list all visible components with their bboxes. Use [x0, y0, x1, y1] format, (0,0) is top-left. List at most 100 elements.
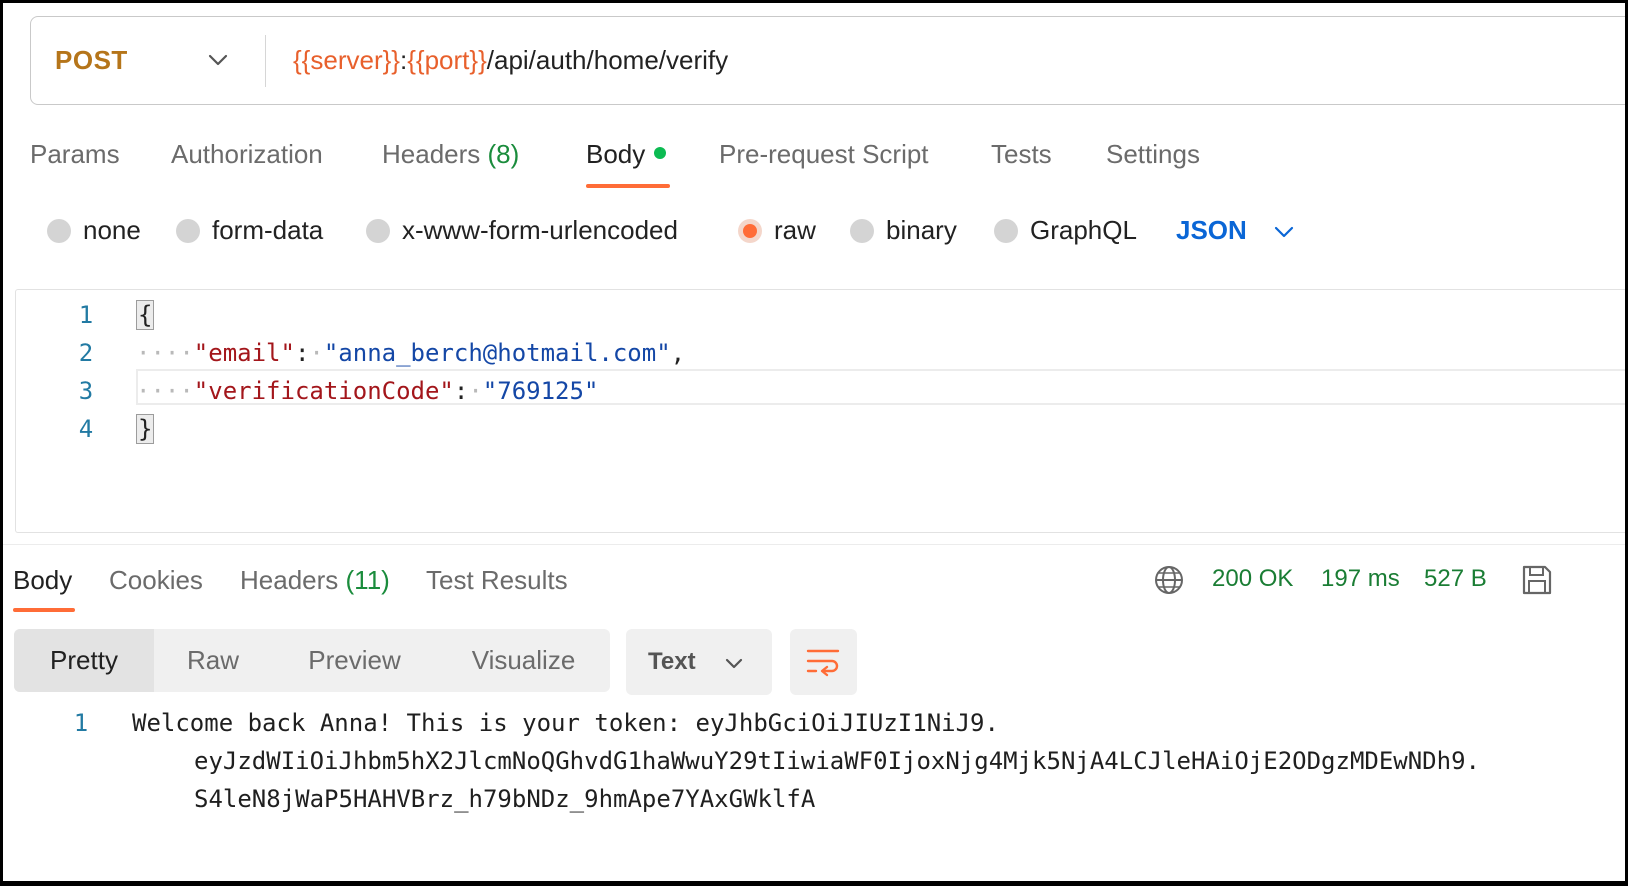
- colon: :: [453, 377, 469, 405]
- code-text: ····"email":·"anna_berch@hotmail.com",: [136, 339, 685, 367]
- editor-line: 2 ····"email":·"anna_berch@hotmail.com",: [16, 333, 1625, 371]
- radio-label: x-www-form-urlencoded: [402, 215, 678, 245]
- indent-whitespace: ····: [136, 377, 194, 405]
- radio-form-data[interactable]: form-data: [176, 215, 323, 246]
- view-mode-preview[interactable]: Preview: [272, 629, 437, 692]
- tab-tests[interactable]: Tests: [991, 139, 1052, 170]
- format-label: Text: [648, 648, 696, 675]
- tab-label: Tests: [991, 139, 1052, 169]
- radio-button-selected[interactable]: [738, 218, 762, 243]
- editor-line: 1 {: [16, 295, 1625, 333]
- tab-label: Test Results: [426, 565, 568, 595]
- body-modified-indicator: [654, 147, 667, 159]
- line-number: 1: [78, 301, 94, 329]
- url-input[interactable]: {{server}}:{{port}}/api/auth/home/verify: [293, 45, 728, 76]
- open-brace: {: [136, 300, 155, 330]
- indent-whitespace: ····: [136, 339, 194, 367]
- active-tab-underline: [586, 184, 670, 188]
- tab-body[interactable]: Body: [586, 139, 667, 170]
- editor-line: 4 }: [16, 409, 1625, 447]
- wrap-lines-icon: [806, 649, 840, 677]
- url-port-variable: {{port}}: [407, 45, 487, 75]
- response-size[interactable]: 527 B: [1424, 565, 1487, 593]
- tab-label: Cookies: [109, 565, 203, 595]
- line-number: 3: [78, 377, 94, 405]
- response-text-line: S4leN8jWaP5HAHVBrz_h79bNDz_9hmApe7YAxGWk…: [194, 785, 816, 813]
- tab-settings[interactable]: Settings: [1106, 139, 1200, 170]
- tab-headers[interactable]: Headers (8): [382, 139, 519, 170]
- radio-label: GraphQL: [1030, 215, 1137, 245]
- method-select[interactable]: POST: [55, 45, 128, 76]
- postman-request-panel: POST {{server}}:{{port}}/api/auth/home/v…: [3, 3, 1625, 881]
- response-tab-cookies[interactable]: Cookies: [109, 565, 203, 596]
- response-tab-headers[interactable]: Headers (11): [240, 565, 390, 596]
- radio-binary[interactable]: binary: [850, 215, 957, 246]
- tab-label: Headers: [382, 139, 481, 169]
- globe-icon[interactable]: [1153, 564, 1185, 596]
- view-mode-raw[interactable]: Raw: [154, 629, 272, 692]
- format-select[interactable]: Text: [626, 629, 772, 695]
- tab-authorization[interactable]: Authorization: [171, 139, 323, 170]
- radio-label: none: [83, 215, 141, 245]
- radio-button[interactable]: [850, 218, 874, 243]
- headers-count: (11): [345, 565, 390, 595]
- radio-button[interactable]: [366, 218, 390, 243]
- section-divider: [3, 544, 1625, 545]
- tab-params[interactable]: Params: [30, 139, 120, 170]
- tab-label: Body: [586, 139, 646, 169]
- response-tab-body[interactable]: Body: [13, 565, 72, 596]
- response-tab-test-results[interactable]: Test Results: [426, 565, 568, 596]
- response-text-line: eyJzdWIiOiJhbm5hX2JlcmNoQGhvdG1haWwuY29t…: [194, 747, 1480, 775]
- radio-button[interactable]: [47, 218, 71, 243]
- radio-x-www-form-urlencoded[interactable]: x-www-form-urlencoded: [366, 215, 678, 246]
- active-tab-underline: [13, 608, 75, 612]
- url-divider: [265, 35, 266, 87]
- space-marker: ·: [468, 377, 483, 405]
- tab-label: Body: [13, 565, 73, 595]
- chevron-down-icon: [725, 658, 743, 669]
- tab-pre-request-script[interactable]: Pre-request Script: [719, 139, 929, 170]
- response-body[interactable]: 1 Welcome back Anna! This is your token:…: [3, 705, 1625, 845]
- headers-count: (8): [487, 139, 520, 169]
- editor-line: 3 ····"verificationCode":·"769125": [16, 371, 1625, 409]
- tab-label: Settings: [1106, 139, 1200, 169]
- chevron-down-icon[interactable]: [207, 53, 229, 67]
- url-bar: POST {{server}}:{{port}}/api/auth/home/v…: [30, 16, 1625, 105]
- status-code[interactable]: 200 OK: [1212, 565, 1293, 593]
- json-key: "verificationCode": [193, 377, 454, 405]
- code-editor[interactable]: 1 { 2 ····"email":·"anna_berch@hotmail.c…: [15, 289, 1625, 533]
- save-icon[interactable]: [1520, 563, 1554, 597]
- code-text: ····"verificationCode":·"769125": [136, 377, 598, 405]
- radio-label: binary: [886, 215, 957, 245]
- radio-label: form-data: [212, 215, 324, 245]
- radio-raw[interactable]: raw: [738, 215, 816, 246]
- language-select[interactable]: JSON: [1176, 215, 1247, 246]
- response-time[interactable]: 197 ms: [1321, 565, 1400, 593]
- radio-label: raw: [774, 215, 816, 245]
- code-text: {: [136, 300, 155, 330]
- radio-none[interactable]: none: [47, 215, 141, 246]
- code-text: }: [136, 414, 155, 444]
- json-key: "email": [193, 339, 295, 367]
- close-brace: }: [136, 414, 155, 444]
- json-value: "anna_berch@hotmail.com": [323, 339, 671, 367]
- view-mode-pretty[interactable]: Pretty: [14, 629, 154, 692]
- chevron-down-icon[interactable]: [1273, 225, 1295, 239]
- tab-label: Authorization: [171, 139, 323, 169]
- comma: ,: [670, 339, 686, 367]
- line-number: 1: [73, 709, 89, 737]
- view-mode-visualize[interactable]: Visualize: [437, 629, 610, 692]
- radio-button[interactable]: [176, 218, 200, 243]
- tab-label: Headers: [240, 565, 339, 595]
- radio-graphql[interactable]: GraphQL: [994, 215, 1137, 246]
- tab-label: Params: [30, 139, 120, 169]
- json-value: "769125": [482, 377, 599, 405]
- radio-button[interactable]: [994, 218, 1018, 243]
- url-path: /api/auth/home/verify: [486, 45, 729, 75]
- line-number: 4: [78, 415, 94, 443]
- url-server-variable: {{server}}: [293, 45, 400, 75]
- wrap-lines-button[interactable]: [790, 629, 857, 695]
- view-mode-group: Pretty Raw Preview Visualize: [14, 629, 610, 692]
- line-number: 2: [78, 339, 94, 367]
- response-text-line: Welcome back Anna! This is your token: e…: [132, 709, 999, 737]
